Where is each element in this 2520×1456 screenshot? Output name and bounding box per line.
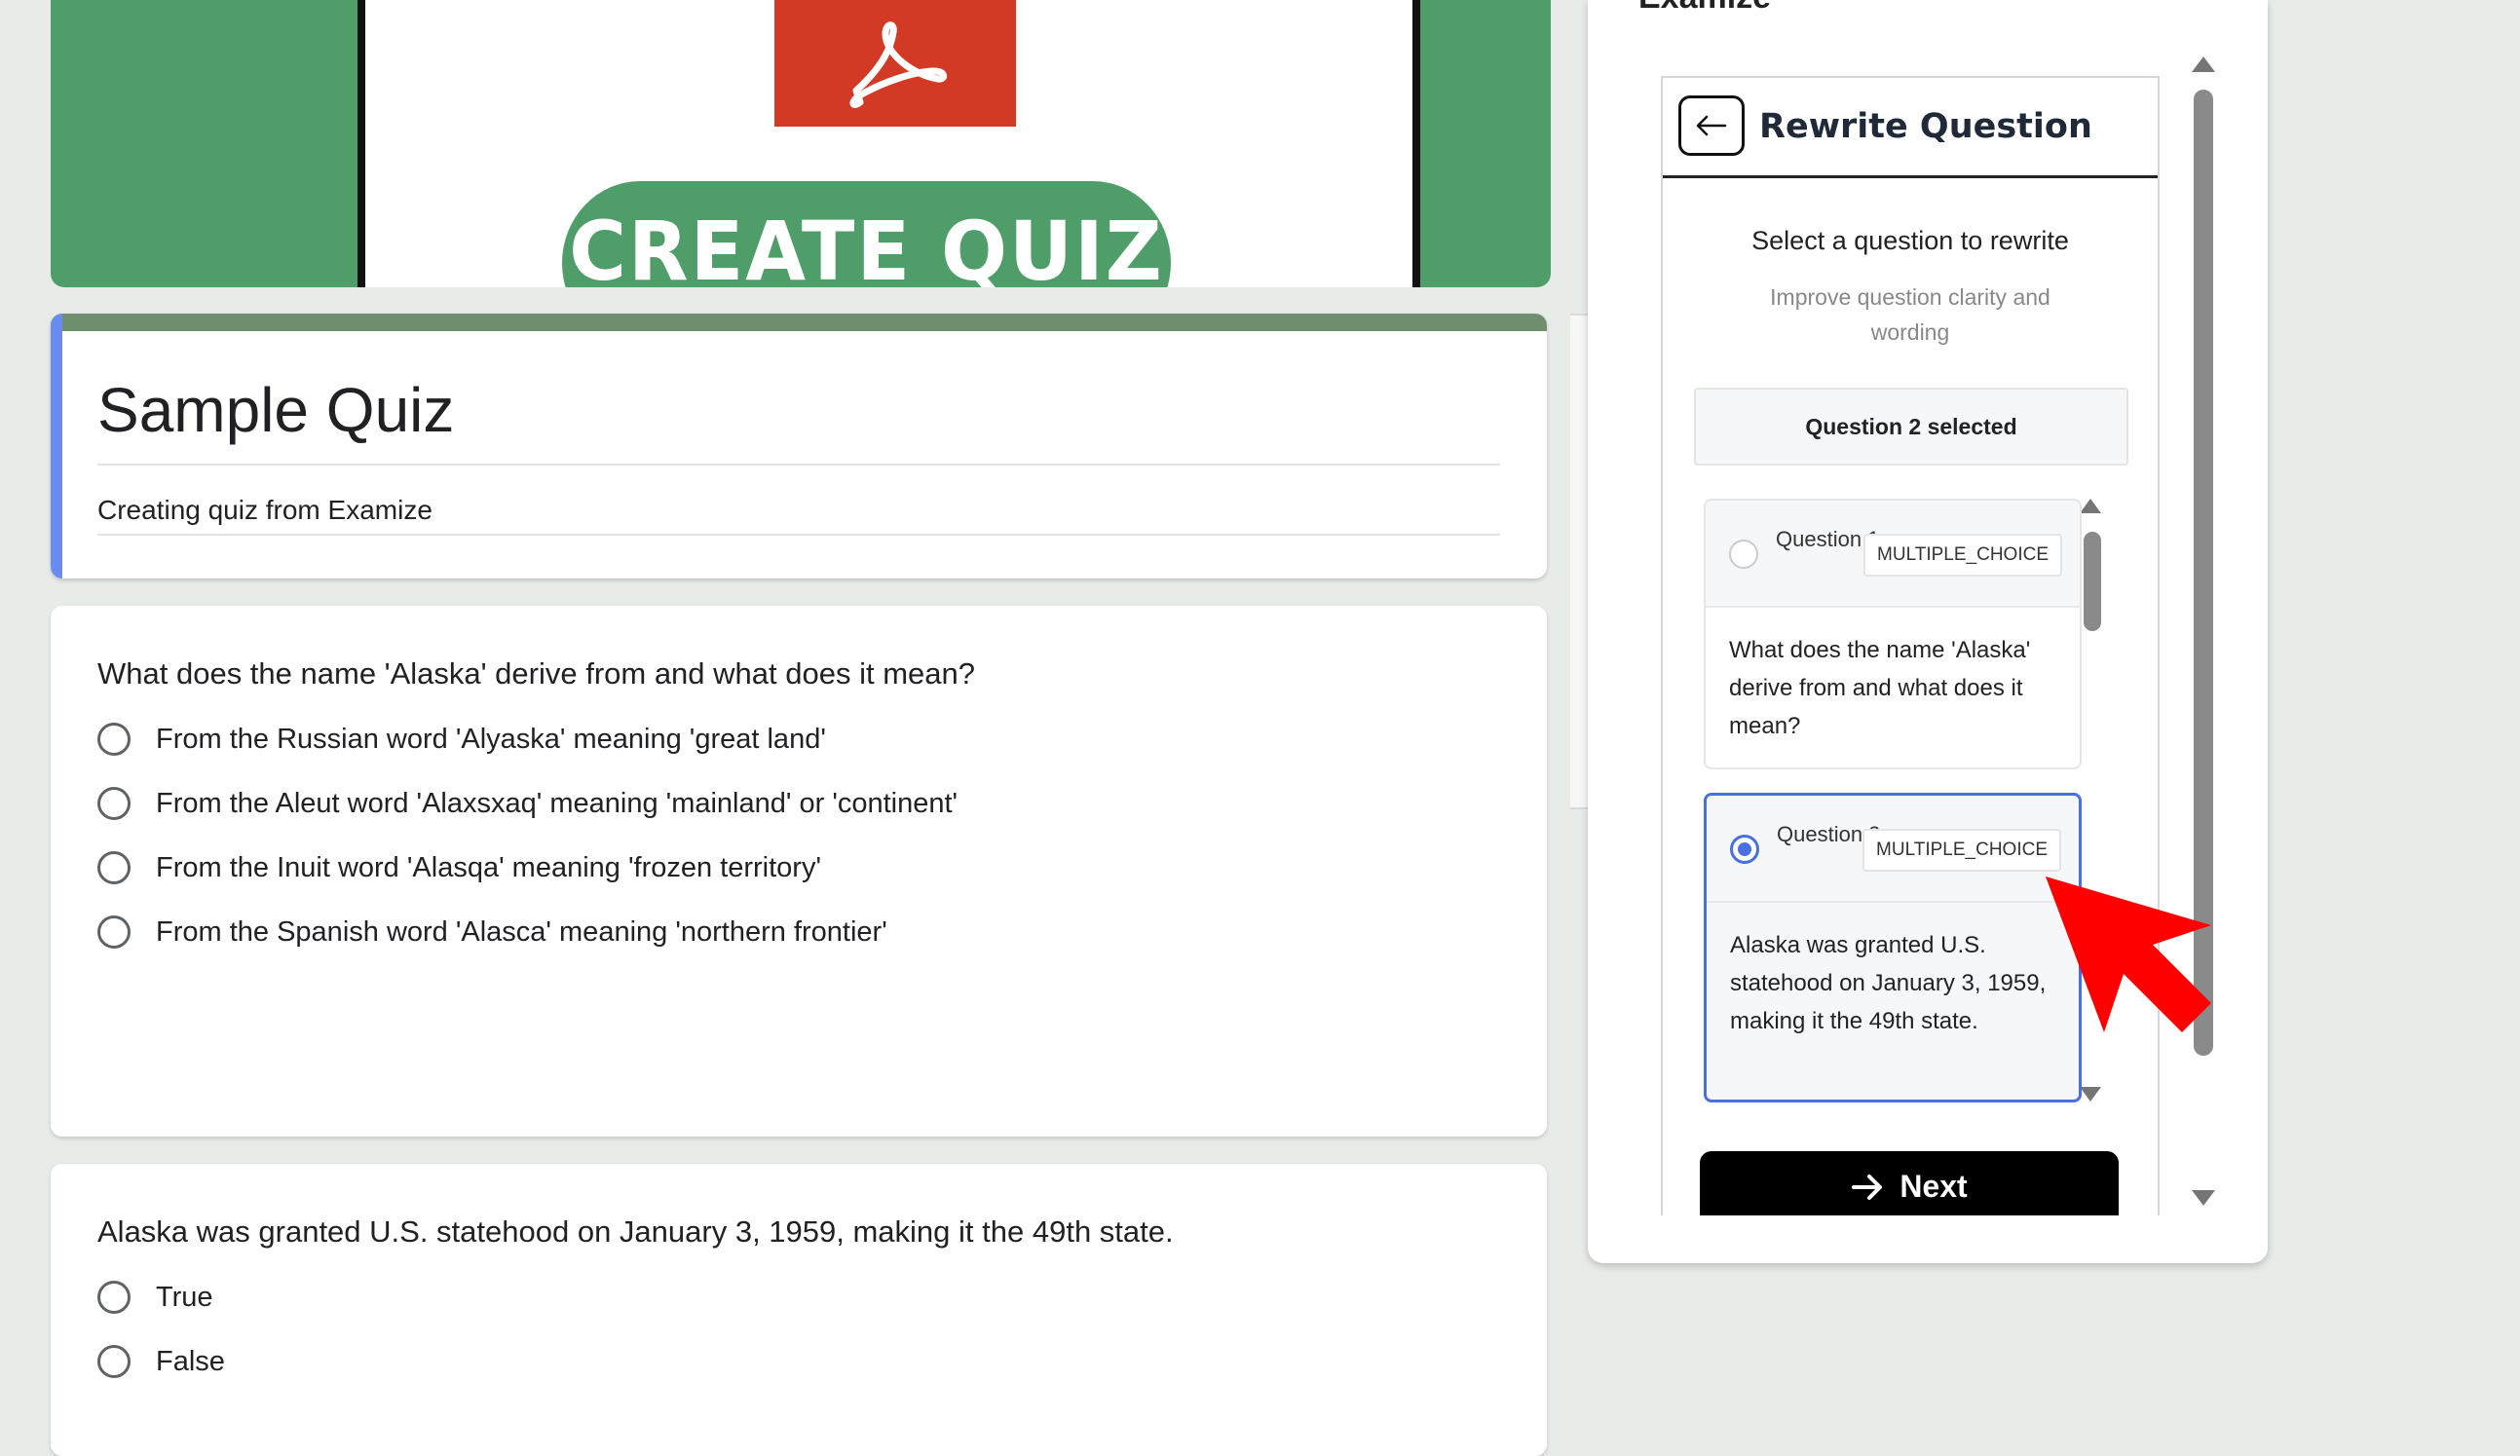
examize-side-panel: Examize Rewrite Question Select a questi… (1588, 0, 2268, 1263)
title-card-accent-top (51, 314, 1547, 331)
question-type-badge: MULTIPLE_CHOICE (1862, 829, 2061, 872)
question-radio-selected[interactable] (1730, 835, 1759, 864)
question-type-badge: MULTIPLE_CHOICE (1863, 534, 2062, 577)
banner-graphic: CREATE QUIZ (357, 0, 1420, 287)
question-text: Alaska was granted U.S. statehood on Jan… (97, 1214, 1174, 1249)
option-label: From the Inuit word 'Alasqa' meaning 'fr… (156, 851, 821, 883)
option-label: From the Aleut word 'Alaxsxaq' meaning '… (156, 787, 959, 819)
title-card-accent-left (51, 314, 62, 579)
question-item-text: What does the name 'Alaska' derive from … (1729, 637, 2031, 739)
next-button-label: Next (1899, 1169, 1968, 1204)
answer-option[interactable]: From the Russian word 'Alyaska' meaning … (97, 723, 1547, 756)
panel-scroll-up-arrow[interactable] (2192, 56, 2215, 72)
next-button[interactable]: Next (1700, 1151, 2119, 1215)
option-label: From the Spanish word 'Alasca' meaning '… (156, 915, 887, 948)
back-button[interactable] (1678, 95, 1745, 156)
answer-option[interactable]: From the Aleut word 'Alaxsxaq' meaning '… (97, 787, 1547, 820)
form-title[interactable]: Sample Quiz (97, 374, 1500, 466)
question-card-1: What does the name 'Alaska' derive from … (51, 606, 1547, 1137)
selected-status: Question 2 selected (1694, 388, 2128, 466)
panel-heading: Examize (1638, 0, 1771, 17)
option-label: False (156, 1345, 225, 1377)
arrow-right-icon (1852, 1175, 1883, 1200)
create-quiz-badge: CREATE QUIZ (562, 181, 1171, 287)
radio-button[interactable] (97, 1281, 131, 1314)
select-label: Select a question to rewrite (1751, 226, 2069, 255)
question-item-header: Question 1 MULTIPLE_CHOICE (1706, 501, 2080, 608)
radio-button[interactable] (97, 915, 131, 949)
panel-scroll-down-arrow[interactable] (2192, 1190, 2215, 1206)
answer-option[interactable]: From the Inuit word 'Alasqa' meaning 'fr… (97, 851, 1547, 884)
question-item-text: Alaska was granted U.S. statehood on Jan… (1730, 932, 2047, 1034)
option-label: True (156, 1281, 213, 1313)
question-card-2: Alaska was granted U.S. statehood on Jan… (51, 1164, 1547, 1456)
radio-button[interactable] (97, 723, 131, 756)
question-radio[interactable] (1729, 540, 1758, 569)
radio-button[interactable] (97, 787, 131, 820)
answer-option[interactable]: From the Spanish word 'Alasca' meaning '… (97, 915, 1547, 949)
question-item-header: Question 2 MULTIPLE_CHOICE (1707, 796, 2079, 903)
form-description[interactable]: Creating quiz from Examize (97, 495, 1500, 536)
arrow-left-icon (1696, 115, 1727, 136)
select-subtitle: Improve question clarity and wording (1770, 284, 2050, 345)
radio-button[interactable] (97, 1345, 131, 1378)
list-scroll-down-arrow[interactable] (2080, 1087, 2101, 1101)
option-label: From the Russian word 'Alyaska' meaning … (156, 723, 826, 755)
header-banner: CREATE QUIZ (51, 0, 1551, 287)
answer-option[interactable]: True (97, 1281, 1547, 1314)
acrobat-pdf-icon (774, 0, 1016, 127)
question-item-1[interactable]: Question 1 MULTIPLE_CHOICE What does the… (1704, 499, 2082, 769)
question-item-2[interactable]: Question 2 MULTIPLE_CHOICE Alaska was gr… (1704, 793, 2082, 1102)
answer-option[interactable]: False (97, 1345, 1547, 1378)
list-scroll-up-arrow[interactable] (2080, 499, 2101, 513)
rewrite-title: Rewrite Question (1759, 107, 2092, 146)
pointer-arrow-icon (2046, 877, 2211, 1032)
radio-button[interactable] (97, 851, 131, 884)
question-text: What does the name 'Alaska' derive from … (97, 656, 975, 691)
form-title-card: Sample Quiz Creating quiz from Examize (51, 314, 1547, 579)
list-scrollbar-thumb[interactable] (2084, 532, 2101, 631)
rewrite-header: Rewrite Question (1663, 78, 2158, 178)
